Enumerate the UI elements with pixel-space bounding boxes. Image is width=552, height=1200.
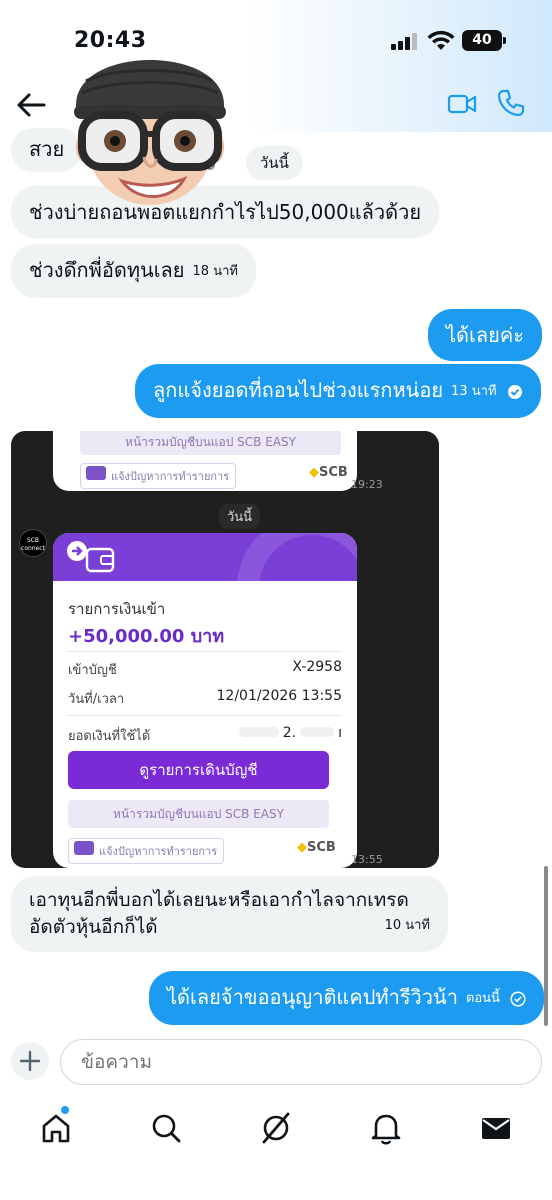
plus-icon: [19, 1050, 41, 1072]
scb-easy-pill: หน้ารวมบัญชีบนแอป SCB EASY: [68, 800, 329, 828]
transfer-amount: +50,000.00 บาท: [68, 626, 225, 647]
previous-notification-card: หน้ารวมบัญชีบนแอป SCB EASY แจ้งปัญหาการท…: [53, 431, 357, 491]
date-divider: วันนี้: [246, 146, 303, 180]
scb-brand: ◆SCB: [297, 840, 336, 855]
phone-call-button[interactable]: [496, 88, 526, 118]
contact-avatar[interactable]: [60, 35, 238, 210]
message-bubble-outgoing[interactable]: ลูกแจ้งยอดที่ถอนไปช่วงแรกหน่อย 13 นาที: [135, 364, 541, 418]
message-time: 13 นาที: [451, 383, 497, 399]
view-statement-button: ดูรายการเดินบัญชี: [68, 751, 329, 789]
message-bubble-incoming[interactable]: เอาทุนอีกพี่บอกได้เลยนะหรือเอากำไลจากเทร…: [11, 876, 448, 952]
image-date-chip: วันนี้: [219, 504, 261, 529]
bell-icon[interactable]: [368, 1110, 404, 1146]
message-text: ได้เลยค่ะ: [446, 323, 524, 347]
wifi-icon: [427, 30, 455, 50]
message-text: ช่วงดึกพี่อัดทุนเลย: [29, 258, 185, 282]
account-value: X-2958: [292, 659, 342, 675]
search-icon[interactable]: [148, 1110, 184, 1146]
message-time: 18 นาที: [192, 263, 238, 279]
scb-connect-logo: SCB connect: [19, 529, 47, 557]
scb-easy-pill: หน้ารวมบัญชีบนแอป SCB EASY: [80, 431, 341, 455]
message-text: ได้เลยจ้าขออนุญาติแคปทำรีวิวน้า: [167, 985, 458, 1009]
grok-icon[interactable]: [258, 1110, 294, 1146]
message-text: เอาทุนอีกพี่บอกได้เลยนะหรือเอากำไลจากเทร…: [29, 889, 409, 911]
scb-brand: ◆SCB: [309, 465, 348, 480]
sent-check-icon: [510, 990, 526, 1007]
balance-label: ยอดเงินที่ใช้ได้: [68, 729, 151, 744]
dm-screen: 20:43 40 สวย วันนี้ ช่วงบ่ายถอนพอตแยกกำไ…: [0, 0, 552, 1200]
message-bubble-outgoing[interactable]: ได้เลยจ้าขออนุญาติแคปทำรีวิวน้า ตอนนี้: [149, 971, 545, 1025]
balance-value: 2. ı: [238, 725, 342, 741]
video-call-button[interactable]: [447, 92, 477, 116]
read-check-icon: [507, 384, 522, 399]
battery-indicator: 40: [462, 30, 506, 51]
add-attachment-button[interactable]: [11, 1042, 49, 1080]
image-attachment[interactable]: หน้ารวมบัญชีบนแอป SCB EASY แจ้งปัญหาการท…: [11, 431, 439, 868]
card-header: [53, 533, 357, 663]
mail-icon[interactable]: [478, 1110, 514, 1146]
message-time: 10 นาที: [384, 918, 430, 933]
report-problem-link: แจ้งปัญหาการทำรายการ: [68, 838, 225, 864]
message-bubble-outgoing[interactable]: ได้เลยค่ะ: [428, 309, 542, 361]
incoming-transfer-card: รายการเงินเข้า +50,000.00 บาท เข้าบัญชี …: [53, 533, 357, 868]
datetime-value: 12/01/2026 13:55: [216, 688, 343, 704]
report-icon: [74, 841, 94, 855]
image-time-top: 19:23: [351, 478, 383, 491]
message-bubble-incoming[interactable]: ช่วงดึกพี่อัดทุนเลย 18 นาที: [11, 244, 256, 298]
message-text-line2: อัดตัวหุ้นอีกก็ได้: [29, 916, 158, 938]
bottom-nav: [0, 1098, 552, 1200]
datetime-label: วันที่/เวลา: [68, 692, 125, 707]
message-text: สวย: [29, 137, 65, 161]
message-text: ลูกแจ้งยอดที่ถอนไปช่วงแรกหน่อย: [153, 378, 444, 402]
report-icon: [86, 466, 106, 480]
home-icon[interactable]: [38, 1110, 74, 1146]
wallet-arrow-icon: [67, 541, 115, 573]
cellular-signal-icon: [391, 32, 421, 50]
home-notification-dot: [61, 1106, 69, 1114]
report-problem-link: แจ้งปัญหาการทำรายการ: [80, 463, 237, 489]
back-button[interactable]: [14, 90, 48, 120]
card-title: รายการเงินเข้า: [68, 600, 166, 618]
account-label: เข้าบัญชี: [68, 663, 117, 678]
chat-scrollbar[interactable]: [544, 866, 548, 1026]
image-time-bottom: 13:55: [351, 853, 383, 866]
message-time: ตอนนี้: [465, 990, 500, 1006]
message-input[interactable]: [60, 1039, 542, 1085]
